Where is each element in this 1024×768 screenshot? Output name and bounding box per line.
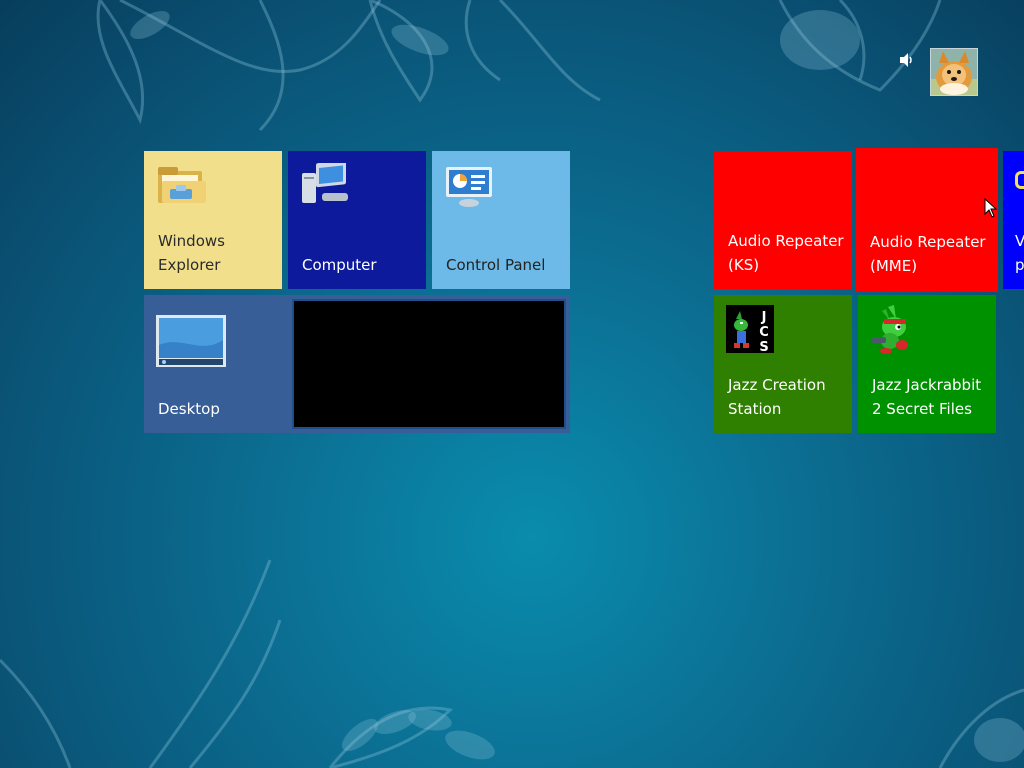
jazz-creation-station-icon: J C S [726,305,774,357]
tile-audio-repeater-ks[interactable]: Audio Repeater (KS) [714,151,852,289]
pomeranian-avatar-icon [931,49,977,95]
tile-partial[interactable]: V p [1003,151,1024,289]
tile-desktop[interactable]: Desktop [144,295,570,433]
computer-icon [300,160,350,213]
svg-text:C: C [759,325,769,340]
speaker-icon[interactable] [898,52,916,72]
tile-jazz-creation-station[interactable]: J C S Jazz Creation Station [714,295,852,433]
jazz-jackrabbit-icon [868,303,918,359]
partial-tile-label: V p [1015,232,1024,274]
tile-label: Computer [302,256,377,274]
tile-windows-explorer[interactable]: Windows Explorer [144,151,282,289]
svg-text:J: J [761,310,767,325]
tile-jazz-jackrabbit[interactable]: Jazz Jackrabbit 2 Secret Files [858,295,996,433]
desktop-icon [156,315,226,371]
mouse-pointer-icon [984,198,998,218]
tile-label: Control Panel [446,256,546,274]
control-panel-icon [444,163,494,213]
tile-computer[interactable]: Computer [288,151,426,289]
tile-label: Desktop [158,400,220,418]
tile-label: Jazz Jackrabbit 2 Secret Files [872,376,982,418]
partial-tile-icon [1015,171,1024,189]
folder-icon [156,163,206,211]
tile-control-panel[interactable]: Control Panel [432,151,570,289]
tile-label: Windows Explorer [158,232,225,274]
tile-audio-repeater-mme[interactable]: Audio Repeater (MME) [856,148,998,292]
user-avatar[interactable] [930,48,978,96]
desktop-live-preview [292,299,566,429]
tile-label: Audio Repeater (KS) [728,232,844,274]
tile-label: Jazz Creation Station [728,376,826,418]
svg-text:S: S [759,340,768,353]
tile-label: Audio Repeater (MME) [870,233,986,275]
